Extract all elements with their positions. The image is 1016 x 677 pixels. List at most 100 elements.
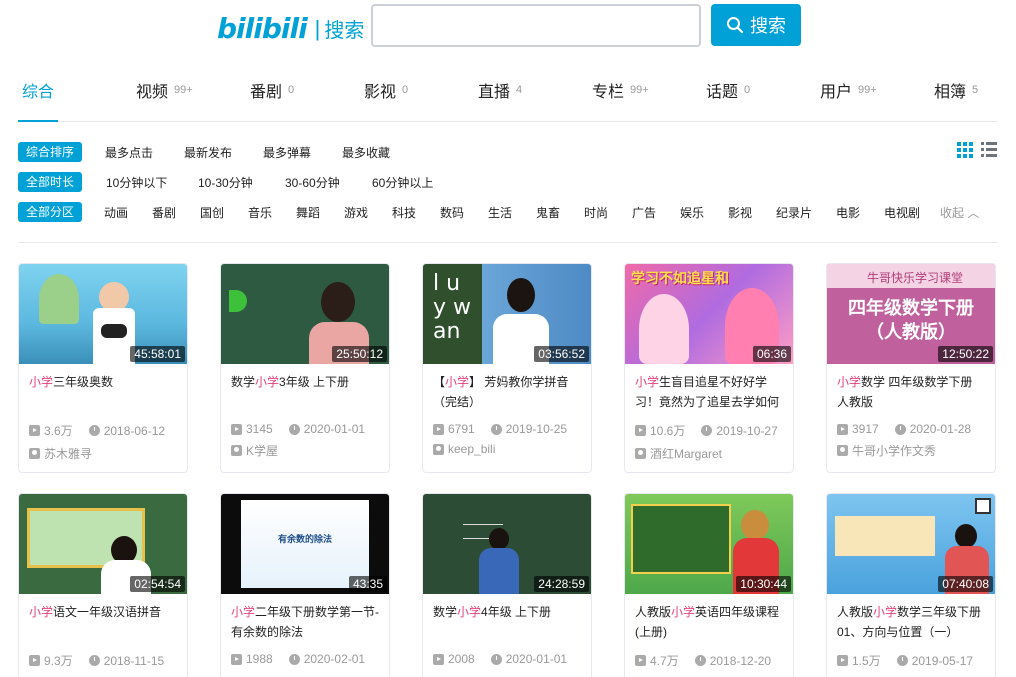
video-card[interactable]: 学习不如追星和 06:36 小学生盲目追星不好好学习！竟然为了追星去学如何 10… — [624, 263, 794, 473]
duration-selected[interactable]: 全部时长 — [18, 172, 83, 192]
upload-date: 2020-01-01 — [505, 652, 568, 666]
video-title[interactable]: 人教版小学数学三年级下册 01、方向与位置（一） — [827, 594, 995, 646]
zone-option[interactable]: 影视 — [728, 204, 752, 221]
sort-option[interactable]: 最多弹幕 — [263, 144, 311, 161]
sort-option[interactable]: 最多收藏 — [342, 144, 390, 161]
video-title[interactable]: 人教版小学英语四年级课程 (上册) — [625, 594, 793, 646]
video-card[interactable]: 07:40:08 人教版小学数学三年级下册 01、方向与位置（一） 1.5万 2… — [826, 493, 996, 677]
video-thumbnail[interactable]: 02:54:54 — [19, 494, 187, 594]
zone-option[interactable]: 音乐 — [248, 204, 272, 221]
zone-option[interactable]: 游戏 — [344, 204, 368, 221]
video-card[interactable]: 有余数的除法 43:35 小学二年级下册数学第一节-有余数的除法 1988 20… — [220, 493, 390, 677]
video-title[interactable]: 小学数学 四年级数学下册 人教版 — [827, 364, 995, 416]
uploader[interactable]: K学屋 — [221, 436, 389, 459]
video-title[interactable]: 【小学】 芳妈教你学拼音（完结） — [423, 364, 591, 416]
play-count-icon — [29, 425, 40, 436]
video-card[interactable]: l uy w an 03:56:52 【小学】 芳妈教你学拼音（完结） 6791 … — [422, 263, 592, 473]
video-thumbnail[interactable]: 学习不如追星和 06:36 — [625, 264, 793, 364]
video-thumbnail[interactable]: 45:58:01 — [19, 264, 187, 364]
uploader[interactable]: 酒红Margaret — [625, 439, 793, 462]
sort-filter: 综合排序 最多点击 最新发布 最多弹幕 最多收藏 — [18, 142, 958, 162]
zone-selected[interactable]: 全部分区 — [18, 202, 83, 222]
video-thumbnail[interactable]: 10:30:44 — [625, 494, 793, 594]
video-card[interactable]: 牛哥快乐学习课堂 四年级数学下册（人教版） 12:50:22 小学数学 四年级数… — [826, 263, 996, 473]
zone-option[interactable]: 舞蹈 — [296, 204, 320, 221]
video-meta: 2008 2020-01-01 — [423, 646, 591, 666]
tab-live[interactable]: 直播 4 — [478, 78, 522, 122]
tab-article[interactable]: 专栏 99+ — [592, 78, 649, 122]
duration-filter: 全部时长 10分钟以下 10-30分钟 30-60分钟 60分钟以上 — [18, 172, 958, 192]
zone-option[interactable]: 娱乐 — [680, 204, 704, 221]
zone-option[interactable]: 番剧 — [152, 204, 176, 221]
uploader[interactable]: keep_bili — [423, 436, 591, 456]
user-icon — [231, 445, 242, 456]
uploader[interactable]: 苏木雅寻 — [19, 439, 187, 462]
duration-option[interactable]: 10-30分钟 — [198, 174, 253, 191]
zone-option[interactable]: 科技 — [392, 204, 416, 221]
zone-option[interactable]: 电视剧 — [884, 204, 920, 221]
video-thumbnail[interactable]: 牛哥快乐学习课堂 四年级数学下册（人教版） 12:50:22 — [827, 264, 995, 364]
video-title[interactable]: 小学语文一年级汉语拼音 — [19, 594, 187, 646]
upload-date: 2018-11-15 — [103, 653, 165, 668]
play-count-icon — [635, 425, 646, 436]
zone-option[interactable]: 数码 — [440, 204, 464, 221]
video-thumbnail[interactable]: 24:28:59 — [423, 494, 591, 594]
play-count-icon — [231, 423, 242, 435]
zone-filter: 全部分区 动画 番剧 国创 音乐 舞蹈 游戏 科技 数码 生活 鬼畜 时尚 广告… — [18, 202, 998, 222]
video-title[interactable]: 数学小学3年级 上下册 — [221, 364, 389, 416]
tab-video[interactable]: 视频 99+ — [136, 78, 193, 122]
video-title[interactable]: 小学三年级奥数 — [19, 364, 187, 416]
video-card[interactable]: 02:54:54 小学语文一年级汉语拼音 9.3万 2018-11-15 — [18, 493, 188, 677]
tab-topic[interactable]: 话题 0 — [706, 78, 750, 122]
video-title[interactable]: 数学小学4年级 上下册 — [423, 594, 591, 646]
list-view-icon[interactable] — [981, 142, 997, 158]
duration-option[interactable]: 30-60分钟 — [285, 174, 340, 191]
view-count: 3.6万 — [44, 424, 73, 438]
video-thumbnail[interactable]: 有余数的除法 43:35 — [221, 494, 389, 594]
video-title[interactable]: 小学二年级下册数学第一节-有余数的除法 — [221, 594, 389, 646]
tab-movie[interactable]: 影视 0 — [364, 78, 408, 122]
zone-option[interactable]: 电影 — [836, 204, 860, 221]
video-card[interactable]: 45:58:01 小学三年级奥数 3.6万 2018-06-12 苏木雅寻 — [18, 263, 188, 473]
uploader[interactable]: 牛哥小学作文秀 — [827, 436, 995, 459]
view-count: 9.3万 — [44, 654, 73, 668]
bilibili-logo[interactable]: bilibili | 搜索 — [217, 12, 364, 45]
zone-option[interactable]: 时尚 — [584, 204, 608, 221]
video-thumbnail[interactable]: 07:40:08 — [827, 494, 995, 594]
sort-option[interactable]: 最新发布 — [184, 144, 232, 161]
sort-option[interactable]: 最多点击 — [105, 144, 153, 161]
tab-user[interactable]: 用户 99+ — [820, 78, 877, 122]
play-count-icon — [837, 655, 848, 666]
upload-date: 2019-10-27 — [716, 423, 778, 438]
user-icon — [29, 448, 40, 459]
tab-bangumi[interactable]: 番剧 0 — [250, 78, 294, 122]
zone-option[interactable]: 动画 — [104, 204, 128, 221]
zone-option[interactable]: 国创 — [200, 204, 224, 221]
tab-album[interactable]: 相簿 5 — [934, 78, 978, 122]
sort-selected[interactable]: 综合排序 — [18, 142, 83, 162]
video-card[interactable]: 24:28:59 数学小学4年级 上下册 2008 2020-01-01 — [422, 493, 592, 677]
duration-option[interactable]: 10分钟以下 — [106, 174, 167, 191]
video-thumbnail[interactable]: l uy w an 03:56:52 — [423, 264, 591, 364]
duration-option[interactable]: 60分钟以上 — [372, 174, 433, 191]
video-thumbnail[interactable]: 25:50:12 — [221, 264, 389, 364]
video-card[interactable]: 25:50:12 数学小学3年级 上下册 3145 2020-01-01 K学屋 — [220, 263, 390, 473]
zone-option[interactable]: 生活 — [488, 204, 512, 221]
video-meta: 1.5万 2019-05-17 — [827, 646, 995, 669]
video-duration: 06:36 — [752, 346, 791, 362]
search-button[interactable]: 搜索 — [711, 4, 801, 46]
collapse-toggle[interactable]: 收起 ︿ — [940, 204, 979, 221]
play-count-icon — [29, 655, 40, 666]
upload-date: 2020-01-28 — [909, 422, 972, 436]
zone-option[interactable]: 鬼畜 — [536, 204, 560, 221]
video-card[interactable]: 10:30:44 人教版小学英语四年级课程 (上册) 4.7万 2018-12-… — [624, 493, 794, 677]
upload-date: 2020-01-01 — [303, 422, 366, 436]
tab-all[interactable]: 综合 — [22, 78, 54, 122]
grid-view-icon[interactable] — [957, 142, 973, 158]
zone-option[interactable]: 广告 — [632, 204, 656, 221]
search-input[interactable] — [371, 4, 701, 47]
video-duration: 10:30:44 — [736, 576, 791, 592]
zone-option[interactable]: 纪录片 — [776, 204, 812, 221]
video-title[interactable]: 小学生盲目追星不好好学习！竟然为了追星去学如何 — [625, 364, 793, 416]
video-meta: 4.7万 2018-12-20 — [625, 646, 793, 669]
